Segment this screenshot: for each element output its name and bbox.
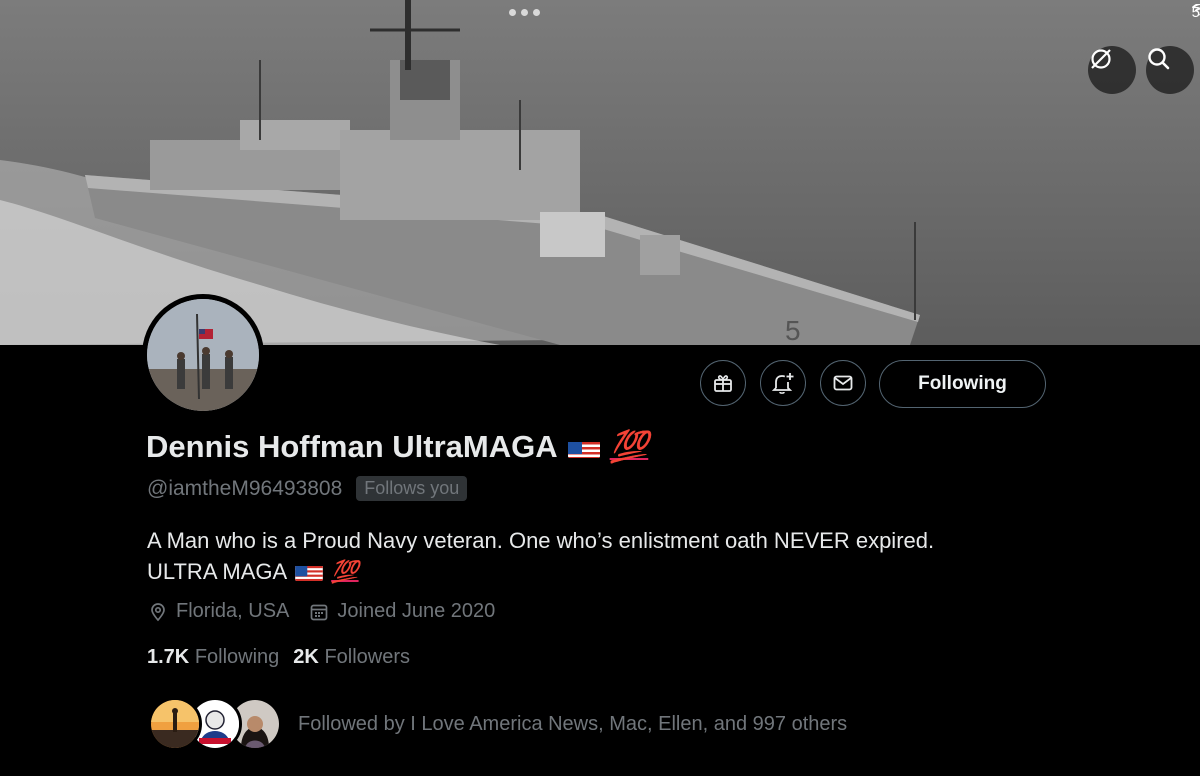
user-handle: @iamtheM96493808 [147, 476, 343, 500]
followed-by-text: Followed by I Love America News, Mac, El… [298, 712, 848, 735]
following-button[interactable]: Following [879, 360, 1046, 408]
calendar-icon [311, 604, 328, 620]
banner-ship-image: 5 [0, 0, 1200, 345]
grok-button[interactable] [1088, 46, 1136, 94]
follower-avatar [148, 697, 202, 751]
search-icon [1148, 48, 1170, 70]
following-count: 1.7K [147, 646, 190, 668]
bio-line-1: A Man who is a Proud Navy veteran. One w… [147, 528, 935, 553]
avatar-image [147, 299, 259, 411]
bell-plus-icon [771, 373, 794, 394]
display-name: Dennis Hoffman UltraMAGA [146, 428, 558, 464]
status-bar-right: 5 [1191, 4, 1200, 21]
grok-icon [1091, 49, 1111, 69]
search-button[interactable] [1146, 46, 1194, 94]
profile-avatar[interactable] [142, 294, 264, 416]
message-button[interactable] [820, 360, 866, 406]
profile-bio: A Man who is a Proud Navy veteran. One w… [147, 525, 934, 587]
location-item: Florida, USA [148, 600, 289, 623]
bio-line-2: ULTRA MAGA [147, 559, 288, 584]
follow-counts: 1.7K Following 2K Followers [147, 646, 410, 669]
following-count-link[interactable]: 1.7K Following [147, 646, 279, 669]
hundred-points-emoji: 💯 [609, 429, 649, 464]
location-pin-icon [151, 602, 165, 621]
followers-count: 2K [293, 646, 319, 668]
profile-meta: Florida, USA Joined June 2020 [148, 600, 515, 623]
handle-row: @iamtheM96493808 Follows you [147, 476, 468, 501]
wifi-icon [1191, 4, 1200, 17]
joined-text: Joined June 2020 [337, 600, 496, 622]
status-bar-dots [509, 9, 540, 16]
gift-icon [714, 375, 732, 392]
us-flag-emoji [295, 562, 324, 581]
svg-text:5: 5 [785, 315, 801, 345]
location-text: Florida, USA [176, 600, 290, 622]
followed-by-row[interactable]: Followed by I Love America News, Mac, El… [148, 697, 847, 751]
profile-banner: 5 5 [0, 0, 1200, 345]
followers-count-link[interactable]: 2K Followers [293, 646, 410, 669]
mail-icon [833, 375, 853, 391]
display-name-row: Dennis Hoffman UltraMAGA 💯 [146, 428, 648, 465]
notifications-button[interactable] [760, 360, 806, 406]
gift-button[interactable] [700, 360, 746, 406]
follows-you-badge: Follows you [356, 476, 468, 501]
us-flag-emoji [567, 436, 600, 458]
hundred-points-emoji: 💯 [331, 559, 359, 584]
joined-item: Joined June 2020 [309, 600, 495, 623]
followers-label: Followers [324, 646, 411, 668]
following-label: Following [194, 646, 280, 668]
